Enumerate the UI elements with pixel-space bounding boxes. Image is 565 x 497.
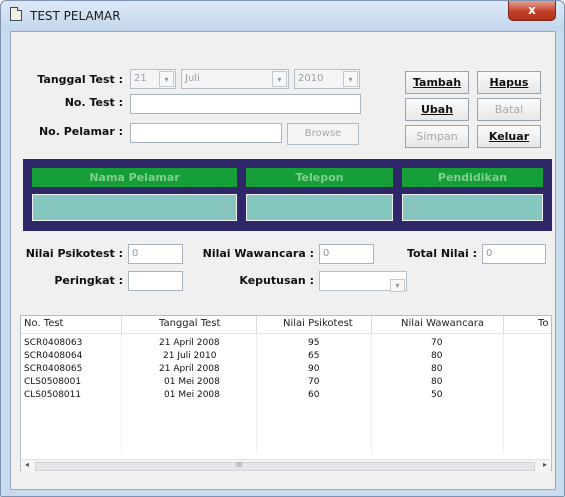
simpan-button[interactable]: Simpan [405, 125, 469, 148]
month-select-value: Juli [185, 73, 200, 84]
telepon-header: Telepon [246, 168, 393, 187]
col-header-nilai-psikotest[interactable]: Nilai Psikotest [283, 318, 353, 329]
cell-tanggal-test: 21 April 2008 [159, 364, 220, 374]
test-results-grid[interactable]: No. Test Tanggal Test Nilai Psikotest Ni… [20, 315, 552, 471]
no-test-input[interactable] [130, 94, 361, 114]
cell-nilai-psikotest: 70 [308, 377, 320, 387]
keluar-button[interactable]: Keluar [477, 125, 541, 148]
batal-button[interactable]: Batal [477, 98, 541, 121]
table-row[interactable]: SCR0408065 21 April 2008 90 80 [21, 364, 551, 377]
cell-tanggal-test: 01 Mei 2008 [164, 390, 220, 400]
keputusan-dropdown-icon[interactable]: ▾ [390, 279, 405, 292]
cell-nilai-psikotest: 65 [308, 351, 320, 361]
cell-no-test: SCR0408065 [24, 364, 83, 374]
scrollbar-grip-icon: III [236, 461, 243, 469]
cell-nilai-psikotest: 90 [308, 364, 320, 374]
month-dropdown-icon[interactable]: ▾ [272, 71, 287, 87]
nama-pelamar-header: Nama Pelamar [32, 168, 237, 187]
cell-nilai-wawancara: 80 [431, 351, 443, 361]
grid-horizontal-scrollbar[interactable]: ◂ III ▸ [22, 459, 550, 472]
telepon-value [246, 194, 393, 221]
nilai-psikotest-input[interactable]: 0 [128, 244, 183, 264]
cell-nilai-wawancara: 80 [431, 364, 443, 374]
cell-no-test: CLS0508001 [24, 377, 82, 387]
month-select[interactable]: Juli ▾ [181, 69, 289, 89]
nilai-psikotest-label: Nilai Psikotest : [25, 247, 123, 260]
keputusan-select[interactable]: ▾ [319, 271, 407, 292]
scroll-left-arrow-icon[interactable]: ◂ [25, 460, 29, 469]
year-dropdown-icon[interactable]: ▾ [343, 71, 358, 87]
title-bar[interactable]: TEST PELAMAR [1, 1, 564, 31]
close-button[interactable]: x [508, 1, 556, 21]
pendidikan-header: Pendidikan [402, 168, 543, 187]
nilai-wawancara-label: Nilai Wawancara : [202, 247, 314, 260]
window-title: TEST PELAMAR [30, 9, 121, 23]
cell-nilai-psikotest: 60 [308, 390, 320, 400]
no-pelamar-label: No. Pelamar : [38, 125, 123, 138]
pelamar-info-panel: Nama Pelamar Telepon Pendidikan [23, 159, 552, 231]
year-select-value: 2010 [298, 73, 324, 84]
col-header-total[interactable]: To [538, 318, 549, 329]
ubah-button[interactable]: Ubah [405, 98, 469, 121]
cell-no-test: CLS0508011 [24, 390, 82, 400]
no-pelamar-input[interactable] [130, 123, 282, 143]
no-test-label: No. Test : [64, 96, 123, 109]
pendidikan-value [402, 194, 543, 221]
day-select[interactable]: 21 ▾ [130, 69, 176, 89]
browse-button[interactable]: Browse [287, 123, 359, 145]
scrollbar-thumb[interactable]: III [35, 461, 535, 471]
col-header-tanggal-test[interactable]: Tanggal Test [159, 318, 220, 329]
window-icon [10, 7, 22, 21]
main-window: TEST PELAMAR x Tanggal Test : 21 ▾ Juli … [0, 0, 565, 497]
col-header-no-test[interactable]: No. Test [24, 318, 63, 329]
table-row[interactable]: CLS0508001 01 Mei 2008 70 80 [21, 377, 551, 390]
peringkat-input[interactable] [128, 271, 183, 291]
cell-no-test: SCR0408063 [24, 338, 83, 348]
cell-tanggal-test: 21 Juli 2010 [163, 351, 217, 361]
table-row[interactable]: SCR0408064 21 Juli 2010 65 80 [21, 351, 551, 364]
scroll-right-arrow-icon[interactable]: ▸ [543, 460, 547, 469]
total-nilai-label: Total Nilai : [406, 247, 477, 260]
nilai-wawancara-input[interactable]: 0 [319, 244, 374, 264]
peringkat-label: Peringkat : [54, 274, 123, 287]
cell-nilai-psikotest: 95 [308, 338, 320, 348]
tambah-button[interactable]: Tambah [405, 71, 469, 94]
table-row[interactable]: SCR0408063 21 April 2008 95 70 [21, 338, 551, 351]
day-dropdown-icon[interactable]: ▾ [159, 71, 174, 87]
grid-header: No. Test Tanggal Test Nilai Psikotest Ni… [21, 316, 551, 334]
table-row[interactable]: CLS0508011 01 Mei 2008 60 50 [21, 390, 551, 403]
keputusan-label: Keputusan : [239, 274, 314, 287]
year-select[interactable]: 2010 ▾ [294, 69, 360, 89]
cell-tanggal-test: 21 April 2008 [159, 338, 220, 348]
col-header-nilai-wawancara[interactable]: Nilai Wawancara [401, 318, 484, 329]
nama-pelamar-value [32, 194, 237, 221]
cell-no-test: SCR0408064 [24, 351, 83, 361]
hapus-button[interactable]: Hapus [477, 71, 541, 94]
day-select-value: 21 [134, 73, 147, 84]
cell-nilai-wawancara: 80 [431, 377, 443, 387]
cell-nilai-wawancara: 50 [431, 390, 443, 400]
cell-nilai-wawancara: 70 [431, 338, 443, 348]
tanggal-test-label: Tanggal Test : [37, 73, 123, 86]
total-nilai-input: 0 [482, 244, 546, 264]
cell-tanggal-test: 01 Mei 2008 [164, 377, 220, 387]
